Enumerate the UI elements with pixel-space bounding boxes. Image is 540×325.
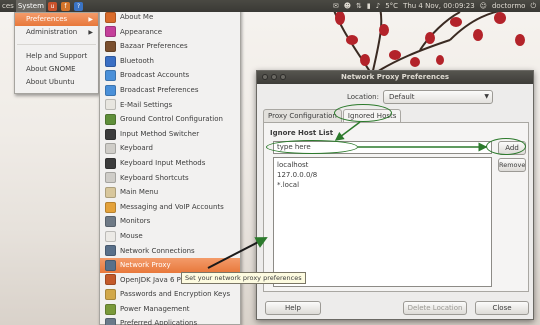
annotation-arrows <box>207 121 488 269</box>
callout-host-input <box>266 140 358 154</box>
callout-ignored-hosts <box>334 104 392 122</box>
callout-add-button <box>486 138 526 155</box>
